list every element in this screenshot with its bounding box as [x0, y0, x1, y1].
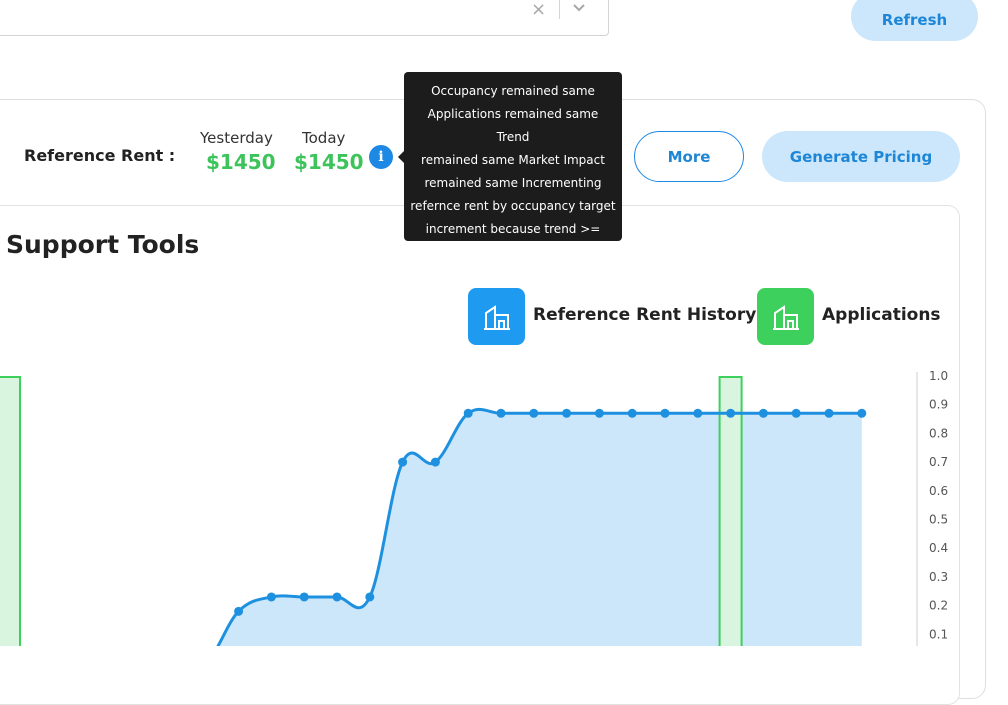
yesterday-value: $1450: [206, 150, 276, 174]
data-point[interactable]: [365, 592, 375, 602]
tooltip-line: Occupancy remained same: [431, 84, 595, 98]
data-point[interactable]: [463, 408, 473, 418]
data-point[interactable]: [398, 457, 408, 467]
tooltip-line: increment because trend >=: [425, 222, 601, 236]
tooltip-line: Applications remained same Trend: [427, 107, 599, 144]
more-button[interactable]: More: [634, 131, 744, 182]
select-divider: [559, 0, 560, 19]
y-tick-label: 0.6: [929, 484, 948, 498]
data-point[interactable]: [758, 408, 768, 418]
y-ticks: 1.0 0.9 0.8 0.7 0.6 0.5 0.4 0.3 0.2 0.1: [929, 369, 948, 641]
y-tick-label: 0.2: [929, 599, 948, 613]
tooltip-line: remained same Incrementing: [424, 176, 602, 190]
y-tick-label: 0.8: [929, 426, 948, 440]
reference-rent-chart: 1.0 0.9 0.8 0.7 0.6 0.5 0.4 0.3 0.2 0.1: [0, 369, 948, 646]
clear-icon[interactable]: ×: [531, 0, 546, 20]
data-point[interactable]: [824, 408, 834, 418]
info-tooltip: Occupancy remained same Applications rem…: [404, 72, 622, 259]
data-point[interactable]: [562, 408, 572, 418]
y-tick-label: 0.7: [929, 455, 948, 469]
data-point[interactable]: [791, 408, 801, 418]
data-point[interactable]: [726, 408, 736, 418]
data-point[interactable]: [660, 408, 670, 418]
info-icon[interactable]: i: [369, 145, 393, 169]
today-value: $1450: [294, 150, 364, 174]
data-point[interactable]: [430, 457, 440, 467]
legend-applications[interactable]: Applications: [822, 305, 941, 325]
tooltip-line: occupancy target: [460, 245, 566, 259]
y-tick-label: 0.9: [929, 398, 948, 412]
building-icon[interactable]: [757, 288, 814, 345]
legend-reference-rent-history[interactable]: Reference Rent History: [533, 305, 756, 325]
building-icon[interactable]: [468, 288, 525, 345]
data-point[interactable]: [627, 408, 637, 418]
data-point[interactable]: [529, 408, 539, 418]
reference-rent-label: Reference Rent :: [24, 146, 176, 165]
data-point[interactable]: [234, 606, 244, 616]
data-point[interactable]: [266, 592, 276, 602]
refresh-button[interactable]: Refresh: [851, 0, 978, 41]
data-point[interactable]: [594, 408, 604, 418]
y-tick-label: 0.1: [929, 627, 948, 641]
data-point[interactable]: [332, 592, 342, 602]
support-tools-title: Support Tools: [6, 230, 200, 259]
y-tick-label: 0.3: [929, 570, 948, 584]
data-point[interactable]: [857, 408, 867, 418]
property-select[interactable]: ×: [0, 0, 609, 36]
data-point[interactable]: [299, 592, 309, 602]
chevron-down-icon[interactable]: [571, 2, 587, 14]
y-tick-label: 1.0: [929, 369, 948, 383]
tooltip-line: remained same Market Impact: [421, 153, 605, 167]
y-tick-label: 0.4: [929, 541, 948, 555]
yesterday-label: Yesterday: [200, 129, 273, 147]
today-label: Today: [302, 129, 346, 147]
y-tick-label: 0.5: [929, 513, 948, 527]
data-point[interactable]: [496, 408, 506, 418]
application-bar[interactable]: [0, 376, 21, 646]
generate-pricing-button[interactable]: Generate Pricing: [762, 131, 960, 182]
tooltip-line: refernce rent by occupancy target: [410, 199, 616, 213]
data-point[interactable]: [693, 408, 703, 418]
